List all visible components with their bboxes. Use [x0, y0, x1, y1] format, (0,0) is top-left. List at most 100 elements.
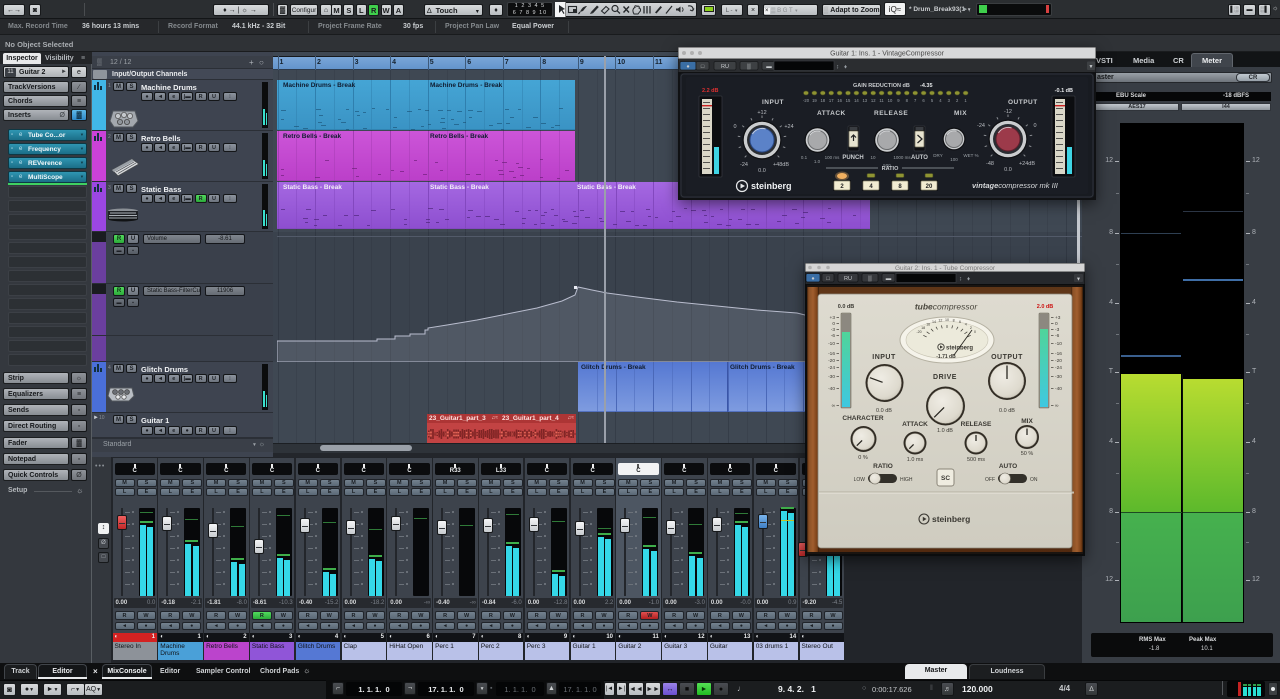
svg-text:ON: ON: [1030, 477, 1038, 483]
svg-text:0.0 dB: 0.0 dB: [876, 408, 892, 414]
svg-text:RU: RU: [844, 276, 852, 282]
svg-text:0.0 dB: 0.0 dB: [999, 408, 1015, 414]
svg-text:+3: +3: [830, 315, 836, 321]
svg-text:LOW: LOW: [854, 477, 866, 483]
svg-text:50 %: 50 %: [1021, 451, 1034, 457]
svg-text:10: 10: [870, 155, 876, 160]
svg-text:PUNCH: PUNCH: [842, 155, 863, 161]
svg-text:ATTACK: ATTACK: [902, 421, 928, 428]
svg-text:▬: ▬: [766, 64, 772, 70]
svg-text:12: 12: [938, 319, 942, 323]
svg-text:-30: -30: [1055, 374, 1062, 380]
svg-text:12: 12: [871, 98, 876, 103]
svg-text:19: 19: [812, 98, 817, 103]
svg-text:-4.35: -4.35: [920, 83, 933, 89]
svg-text:-24: -24: [977, 123, 985, 129]
svg-text:♦: ♦: [844, 65, 847, 71]
svg-text:-10: -10: [1055, 341, 1062, 347]
svg-text:-48: -48: [986, 161, 994, 167]
svg-text:10: 10: [945, 318, 949, 322]
svg-text:100 ms: 100 ms: [825, 155, 841, 160]
svg-text:+24dB: +24dB: [1019, 161, 1035, 167]
svg-text:-24: -24: [1055, 365, 1062, 371]
svg-text:10: 10: [888, 98, 893, 103]
svg-text:INPUT: INPUT: [872, 354, 896, 361]
svg-text:OFF: OFF: [985, 477, 995, 483]
svg-text:∞: ∞: [1055, 404, 1059, 409]
svg-text:RELEASE: RELEASE: [961, 421, 992, 428]
svg-text:-20: -20: [828, 358, 835, 364]
svg-text:tubecompressor: tubecompressor: [915, 302, 979, 312]
svg-text:1.0: 1.0: [814, 159, 821, 164]
svg-text:▼: ▼: [1089, 64, 1094, 70]
svg-text:6: 6: [959, 320, 961, 324]
svg-text:14: 14: [854, 98, 859, 103]
svg-text:DRY: DRY: [933, 153, 942, 158]
svg-text:∞: ∞: [832, 404, 836, 409]
svg-text:-3: -3: [831, 327, 836, 333]
svg-text:1.0 dB: 1.0 dB: [937, 428, 953, 434]
svg-text:CHARACTER: CHARACTER: [842, 415, 883, 422]
svg-text:-24: -24: [740, 162, 748, 168]
svg-text:RELEASE: RELEASE: [874, 110, 908, 117]
svg-text:↕: ↕: [836, 65, 839, 71]
svg-text:+24: +24: [784, 124, 793, 130]
svg-text:▒: ▒: [868, 275, 872, 282]
svg-text:-40: -40: [828, 386, 835, 392]
svg-text:+12: +12: [757, 110, 766, 116]
svg-text:15: 15: [846, 98, 851, 103]
svg-text:OUTPUT: OUTPUT: [991, 354, 1023, 361]
svg-text:Guitar 2: Ins. 1 - Tube Compre: Guitar 2: Ins. 1 - Tube Compressor: [895, 265, 996, 272]
svg-text:17: 17: [829, 98, 834, 103]
svg-text:-6: -6: [1055, 333, 1060, 339]
svg-text:-1.71 dB: -1.71 dB: [936, 354, 956, 360]
svg-text:0.0 dB: 0.0 dB: [838, 304, 855, 310]
svg-text:GAIN REDUCTION dB: GAIN REDUCTION dB: [853, 83, 910, 89]
svg-text:-20: -20: [803, 98, 810, 103]
svg-text:AUTO: AUTO: [911, 155, 928, 161]
svg-text:20: 20: [926, 184, 933, 190]
svg-text:♦: ♦: [967, 277, 970, 283]
svg-text:-16: -16: [1055, 351, 1062, 357]
svg-text:-40: -40: [1055, 386, 1062, 392]
svg-text:steinberg: steinberg: [932, 514, 970, 524]
svg-text:WET %: WET %: [963, 153, 978, 158]
svg-text:▬: ▬: [886, 276, 892, 282]
svg-text:4: 4: [965, 323, 967, 327]
svg-text:-20: -20: [916, 330, 921, 334]
svg-text:2: 2: [970, 326, 972, 330]
svg-text:AUTO: AUTO: [999, 463, 1017, 470]
svg-text:16: 16: [926, 323, 930, 327]
svg-text:0.1: 0.1: [801, 155, 808, 160]
svg-text:0: 0: [1033, 123, 1036, 129]
svg-text:●: ●: [811, 276, 814, 282]
svg-text:steinberg: steinberg: [751, 181, 792, 191]
svg-text:0: 0: [832, 321, 835, 327]
svg-text:-3: -3: [1055, 327, 1060, 333]
svg-text:0: 0: [733, 124, 736, 130]
svg-text:-30: -30: [828, 374, 835, 380]
svg-text:8: 8: [953, 319, 955, 323]
svg-text:0.0: 0.0: [1004, 167, 1012, 173]
svg-text:-0.1 dB: -0.1 dB: [1055, 88, 1073, 94]
svg-text:1.0 ms: 1.0 ms: [907, 457, 924, 463]
svg-text:2.0 dB: 2.0 dB: [1037, 304, 1054, 310]
svg-text:0.0: 0.0: [758, 168, 766, 174]
svg-text:-24: -24: [828, 365, 835, 371]
svg-text:HIGH: HIGH: [900, 477, 913, 483]
svg-text:100: 100: [950, 157, 958, 162]
svg-text:●: ●: [686, 64, 689, 70]
svg-text:INPUT: INPUT: [762, 99, 784, 106]
svg-text:18: 18: [820, 98, 825, 103]
svg-text:RATIO: RATIO: [882, 166, 899, 172]
svg-text:-12: -12: [1004, 109, 1012, 115]
svg-text:0 %: 0 %: [858, 455, 868, 461]
svg-text:RATIO: RATIO: [873, 463, 893, 470]
svg-text:SC: SC: [941, 475, 950, 482]
svg-text:2.2 dB: 2.2 dB: [702, 88, 719, 94]
svg-text:▒: ▒: [747, 63, 751, 70]
svg-text:+3: +3: [1055, 315, 1061, 321]
svg-text:500 ms: 500 ms: [967, 457, 985, 463]
svg-text:1000 ms: 1000 ms: [893, 155, 911, 160]
svg-text:ATTACK: ATTACK: [817, 110, 846, 117]
